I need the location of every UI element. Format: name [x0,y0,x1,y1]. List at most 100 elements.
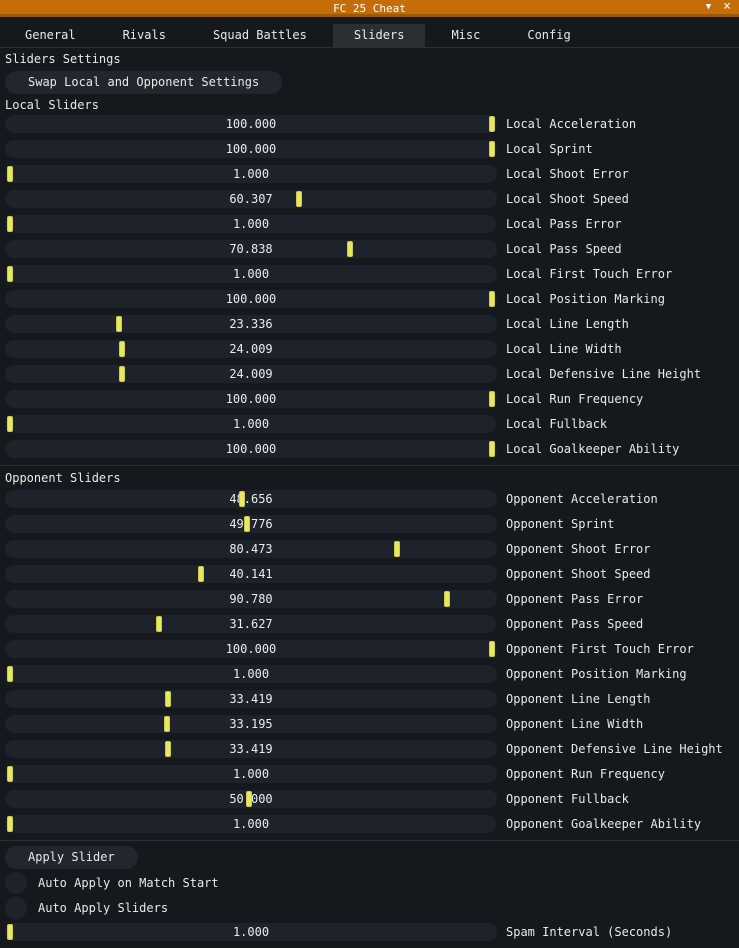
slider-value: 1.000 [5,165,497,183]
slider-value: 48.656 [5,490,497,508]
slider-handle[interactable] [489,116,495,132]
slider-handle[interactable] [165,691,171,707]
checkbox-row: Auto Apply Sliders [5,897,734,919]
slider-track[interactable]: 100.000 [5,140,497,158]
checkbox-label: Auto Apply on Match Start [38,872,219,894]
sliders-page: Sliders Settings Swap Local and Opponent… [0,52,739,941]
slider-track[interactable]: 100.000 [5,440,497,458]
slider-handle[interactable] [444,591,450,607]
slider-track[interactable]: 1.000 [5,265,497,283]
tab-bar: General Rivals Squad Battles Sliders Mis… [0,17,739,48]
slider-track[interactable]: 33.195 [5,715,497,733]
slider-track[interactable]: 100.000 [5,390,497,408]
slider-row: 1.000 Local Fullback [5,415,734,433]
local-sliders-list: 100.000 Local Acceleration 100.000 Local… [5,115,734,458]
slider-track[interactable]: 1.000 [5,215,497,233]
slider-label: Opponent First Touch Error [506,640,694,658]
slider-track[interactable]: 100.000 [5,115,497,133]
slider-row: 70.838 Local Pass Speed [5,240,734,258]
slider-handle[interactable] [347,241,353,257]
slider-value: 100.000 [5,390,497,408]
tab-item[interactable]: Rivals [102,24,187,47]
slider-handle[interactable] [165,741,171,757]
slider-handle[interactable] [246,791,252,807]
slider-value: 40.141 [5,565,497,583]
slider-track[interactable]: 1.000 [5,765,497,783]
tab-item[interactable]: Sliders [333,24,426,47]
slider-handle[interactable] [489,441,495,457]
slider-track[interactable]: 33.419 [5,740,497,758]
slider-handle[interactable] [7,166,13,182]
slider-handle[interactable] [244,516,250,532]
title-bar[interactable]: FC 25 Cheat ▼ × [0,0,739,17]
tab-item[interactable]: Misc [430,24,501,47]
slider-track[interactable]: 1.000 [5,923,497,941]
slider-label: Opponent Position Marking [506,665,687,683]
slider-handle[interactable] [116,316,122,332]
slider-row: 24.009 Local Line Width [5,340,734,358]
slider-handle[interactable] [489,141,495,157]
slider-handle[interactable] [489,391,495,407]
slider-value: 90.780 [5,590,497,608]
slider-handle[interactable] [7,766,13,782]
slider-track[interactable]: 1.000 [5,665,497,683]
slider-handle[interactable] [489,641,495,657]
slider-value: 100.000 [5,115,497,133]
slider-track[interactable]: 1.000 [5,165,497,183]
slider-handle[interactable] [394,541,400,557]
slider-handle[interactable] [119,341,125,357]
slider-row: 49.776 Opponent Sprint [5,515,734,533]
slider-track[interactable]: 100.000 [5,290,497,308]
slider-handle[interactable] [119,366,125,382]
tab-item[interactable]: Config [506,24,591,47]
slider-track[interactable]: 33.419 [5,690,497,708]
checkbox-circle[interactable] [5,897,27,919]
slider-label: Opponent Pass Error [506,590,643,608]
slider-track[interactable]: 100.000 [5,640,497,658]
apply-slider-button[interactable]: Apply Slider [5,846,138,869]
slider-value: 1.000 [5,665,497,683]
slider-row: 48.656 Opponent Acceleration [5,490,734,508]
slider-track[interactable]: 80.473 [5,540,497,558]
slider-label: Opponent Goalkeeper Ability [506,815,701,833]
slider-track[interactable]: 49.776 [5,515,497,533]
slider-handle[interactable] [7,416,13,432]
swap-settings-button[interactable]: Swap Local and Opponent Settings [5,71,282,94]
slider-handle[interactable] [164,716,170,732]
slider-handle[interactable] [296,191,302,207]
slider-row: 100.000 Local Acceleration [5,115,734,133]
slider-row: 80.473 Opponent Shoot Error [5,540,734,558]
slider-track[interactable]: 70.838 [5,240,497,258]
checkbox-circle[interactable] [5,872,27,894]
slider-track[interactable]: 24.009 [5,340,497,358]
slider-track[interactable]: 48.656 [5,490,497,508]
close-icon[interactable]: × [723,0,731,14]
slider-handle[interactable] [7,216,13,232]
tab-item[interactable]: General [4,24,97,47]
slider-row: 100.000 Opponent First Touch Error [5,640,734,658]
slider-label: Local Shoot Error [506,165,629,183]
slider-label: Opponent Pass Speed [506,615,643,633]
slider-track[interactable]: 50.000 [5,790,497,808]
slider-track[interactable]: 31.627 [5,615,497,633]
slider-label: Opponent Shoot Error [506,540,651,558]
slider-track[interactable]: 60.307 [5,190,497,208]
slider-handle[interactable] [7,666,13,682]
slider-handle[interactable] [7,924,13,940]
slider-handle[interactable] [489,291,495,307]
slider-track[interactable]: 23.336 [5,315,497,333]
slider-value: 1.000 [5,923,497,941]
slider-track[interactable]: 90.780 [5,590,497,608]
minimize-icon[interactable]: ▼ [706,0,711,14]
slider-handle[interactable] [7,266,13,282]
slider-handle[interactable] [156,616,162,632]
slider-track[interactable]: 1.000 [5,815,497,833]
slider-handle[interactable] [239,491,245,507]
slider-track[interactable]: 40.141 [5,565,497,583]
slider-value: 100.000 [5,440,497,458]
slider-track[interactable]: 1.000 [5,415,497,433]
slider-handle[interactable] [7,816,13,832]
slider-track[interactable]: 24.009 [5,365,497,383]
slider-handle[interactable] [198,566,204,582]
tab-item[interactable]: Squad Battles [192,24,328,47]
